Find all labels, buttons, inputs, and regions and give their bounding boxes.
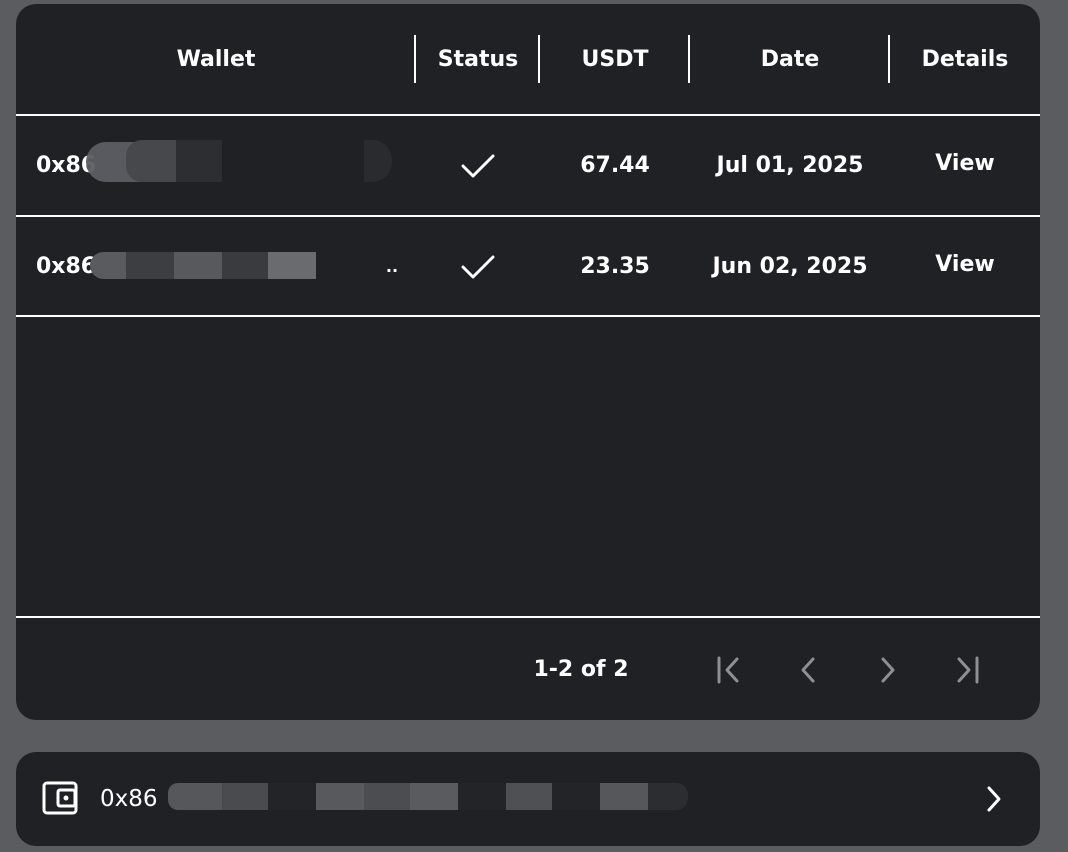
next-page-button[interactable] — [868, 654, 908, 686]
header-details: Details — [921, 47, 1009, 72]
date-cell: Jun 02, 2025 — [712, 254, 868, 279]
first-page-button[interactable] — [708, 654, 748, 686]
header-wallet: Wallet — [176, 47, 256, 72]
connected-wallet-bar[interactable]: 0x86 — [16, 752, 1040, 846]
table-header: Wallet Status USDT Date Details — [16, 4, 1040, 115]
check-icon — [461, 255, 495, 278]
redacted-address — [316, 783, 364, 810]
prev-page-button[interactable] — [788, 654, 828, 686]
redacted-address — [268, 783, 316, 810]
redacted-address — [174, 252, 222, 279]
redacted-address — [506, 783, 552, 810]
check-icon — [461, 154, 495, 177]
redacted-address — [176, 140, 222, 182]
redacted-address — [552, 783, 600, 810]
row-divider — [16, 315, 1040, 317]
header-status: Status — [437, 47, 519, 72]
redacted-address — [268, 252, 316, 279]
redacted-address — [410, 783, 458, 810]
redacted-address — [222, 252, 268, 279]
first-page-icon — [717, 656, 739, 684]
chevron-right-icon[interactable] — [984, 785, 1004, 813]
table-row: 0x86 .. 23.35 Jun 02, 2025 View — [16, 217, 1040, 316]
last-page-icon — [957, 656, 979, 684]
wallet-address-suffix: .. — [385, 257, 399, 276]
last-page-button[interactable] — [948, 654, 988, 686]
transactions-card: Wallet Status USDT Date Details 0x86 67.… — [16, 4, 1040, 720]
redacted-address — [364, 783, 410, 810]
redacted-address — [600, 783, 648, 810]
chevron-left-icon — [801, 657, 815, 683]
header-usdt: USDT — [581, 47, 649, 72]
status-cell — [416, 217, 540, 316]
chevron-right-icon — [881, 657, 895, 683]
pagination-range: 1-2 of 2 — [533, 656, 629, 682]
redacted-address — [222, 783, 268, 810]
wallet-address-prefix: 0x86 — [100, 786, 158, 812]
redacted-address — [126, 252, 174, 279]
redacted-address — [648, 783, 688, 810]
wallet-address-prefix: 0x86 — [36, 254, 97, 279]
pagination: 1-2 of 2 — [16, 618, 1040, 720]
view-details-link[interactable]: View — [890, 217, 1040, 311]
usdt-cell: 67.44 — [580, 153, 650, 178]
view-details-link[interactable]: View — [890, 116, 1040, 210]
usdt-cell: 23.35 — [580, 254, 650, 279]
header-date: Date — [760, 47, 820, 72]
redacted-address — [168, 783, 222, 810]
date-cell: Jul 01, 2025 — [716, 153, 864, 178]
redacted-address — [458, 783, 506, 810]
wallet-icon — [42, 781, 78, 815]
redacted-address — [90, 252, 126, 279]
table-row: 0x86 67.44 Jul 01, 2025 View — [16, 116, 1040, 215]
status-cell — [416, 116, 540, 215]
